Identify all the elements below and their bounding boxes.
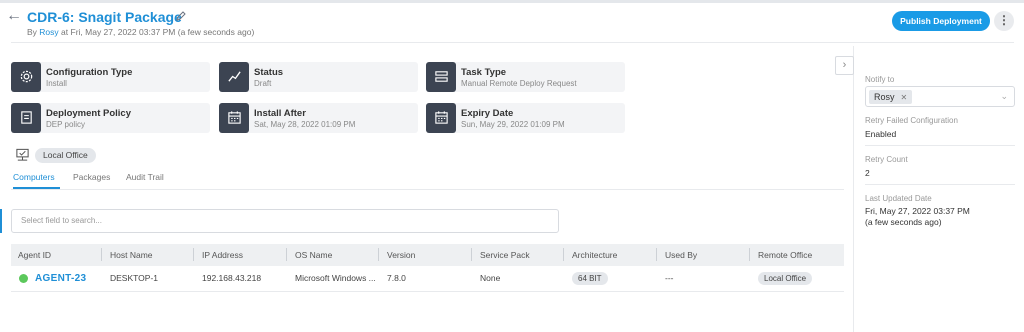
back-arrow-icon[interactable]: ←: [6, 8, 22, 24]
page-title: CDR-6: Snagit Package: [27, 9, 182, 25]
network-computer-icon: [15, 148, 30, 164]
kebab-menu-icon[interactable]: ⋮: [994, 11, 1014, 31]
online-status-dot: [19, 274, 28, 283]
by-prefix: By: [27, 27, 37, 37]
column-header-agent-id[interactable]: Agent ID: [18, 250, 51, 260]
tab-packages[interactable]: Packages: [73, 172, 110, 182]
calendar-icon: [426, 103, 456, 133]
pencil-icon[interactable]: [175, 10, 187, 25]
column-header-host-name[interactable]: Host Name: [110, 250, 153, 260]
card-expiry-date: Expiry Date Sun, May 29, 2022 01:09 PM: [426, 103, 625, 133]
card-label: Expiry Date: [461, 108, 514, 119]
card-configuration-type: Configuration Type Install: [11, 62, 210, 92]
chevron-right-icon[interactable]: ›: [835, 56, 854, 75]
card-install-after: Install After Sat, May 28, 2022 01:09 PM: [219, 103, 418, 133]
card-value: DEP policy: [46, 120, 85, 129]
card-value: Draft: [254, 79, 272, 88]
column-separator: [101, 248, 102, 261]
tab-computers[interactable]: Computers: [13, 172, 55, 182]
top-border: [0, 0, 1024, 3]
cell-version: 7.8.0: [387, 273, 406, 283]
retry-failed-label: Retry Failed Configuration: [865, 116, 958, 125]
card-label: Task Type: [461, 67, 507, 78]
remove-tag-icon[interactable]: ✕: [901, 93, 908, 102]
sidebar-divider-1: [865, 145, 1015, 146]
scope-chip: Local Office: [35, 148, 96, 163]
retry-failed-value: Enabled: [865, 129, 897, 139]
column-header-version[interactable]: Version: [387, 250, 415, 260]
card-value: Sat, May 28, 2022 01:09 PM: [254, 120, 356, 129]
sidebar-divider-2: [865, 184, 1015, 185]
column-separator: [749, 248, 750, 261]
left-accent-bar: [0, 209, 2, 233]
gear-icon: [11, 62, 41, 92]
cell-used-by: ---: [665, 273, 674, 283]
task-list-icon: [426, 62, 456, 92]
tabs-divider: [11, 189, 844, 190]
notify-tag: Rosy ✕: [869, 90, 913, 104]
column-header-used-by[interactable]: Used By: [665, 250, 697, 260]
card-label: Status: [254, 67, 284, 78]
notify-to-select[interactable]: Rosy ✕ ⌄: [865, 86, 1015, 107]
retry-count-value: 2: [865, 168, 870, 178]
row-divider: [11, 291, 844, 292]
notify-to-label: Notify to: [865, 75, 895, 84]
column-header-architecture[interactable]: Architecture: [572, 250, 617, 260]
column-header-service-pack[interactable]: Service Pack: [480, 250, 530, 260]
column-header-os-name[interactable]: OS Name: [295, 250, 332, 260]
notify-tag-label: Rosy: [874, 92, 895, 102]
publish-deployment-button[interactable]: Publish Deployment: [892, 11, 990, 31]
column-separator: [286, 248, 287, 261]
column-header-remote-office[interactable]: Remote Office: [758, 250, 812, 260]
chevron-down-icon[interactable]: ⌄: [1000, 91, 1008, 102]
cell-service-pack: None: [480, 273, 501, 283]
column-separator: [656, 248, 657, 261]
card-deployment-policy: Deployment Policy DEP policy: [11, 103, 210, 133]
card-label: Deployment Policy: [46, 108, 131, 119]
search-input[interactable]: Select field to search...: [11, 209, 559, 233]
document-icon: [11, 103, 41, 133]
cell-os-name: Microsoft Windows ...: [295, 273, 376, 283]
created-at-text: at Fri, May 27, 2022 03:37 PM (a few sec…: [61, 27, 255, 37]
column-separator: [378, 248, 379, 261]
card-label: Install After: [254, 108, 306, 119]
card-label: Configuration Type: [46, 67, 133, 78]
retry-count-label: Retry Count: [865, 155, 908, 164]
architecture-badge: 64 BIT: [572, 272, 608, 285]
chart-line-icon: [219, 62, 249, 92]
sidebar-divider: [853, 46, 854, 332]
header-divider: [11, 42, 1014, 43]
remote-office-badge: Local Office: [758, 272, 813, 285]
card-value: Install: [46, 79, 67, 88]
card-task-type: Task Type Manual Remote Deploy Request: [426, 62, 625, 92]
agent-id-link[interactable]: AGENT-23: [35, 273, 86, 284]
last-updated-label: Last Updated Date: [865, 194, 932, 203]
column-header-ip-address[interactable]: IP Address: [202, 250, 243, 260]
created-by-user-link[interactable]: Rosy: [39, 27, 58, 37]
column-separator: [471, 248, 472, 261]
card-value: Sun, May 29, 2022 01:09 PM: [461, 120, 565, 129]
tab-audit-trail[interactable]: Audit Trail: [126, 172, 164, 182]
card-value: Manual Remote Deploy Request: [461, 79, 577, 88]
cell-host-name: DESKTOP-1: [110, 273, 159, 283]
card-status: Status Draft: [219, 62, 418, 92]
cell-ip-address: 192.168.43.218: [202, 273, 262, 283]
column-separator: [193, 248, 194, 261]
created-by-line: By Rosy at Fri, May 27, 2022 03:37 PM (a…: [27, 27, 254, 37]
column-separator: [563, 248, 564, 261]
last-updated-value: Fri, May 27, 2022 03:37 PM: [865, 206, 970, 216]
calendar-icon: [219, 103, 249, 133]
last-updated-relative: (a few seconds ago): [865, 217, 942, 227]
